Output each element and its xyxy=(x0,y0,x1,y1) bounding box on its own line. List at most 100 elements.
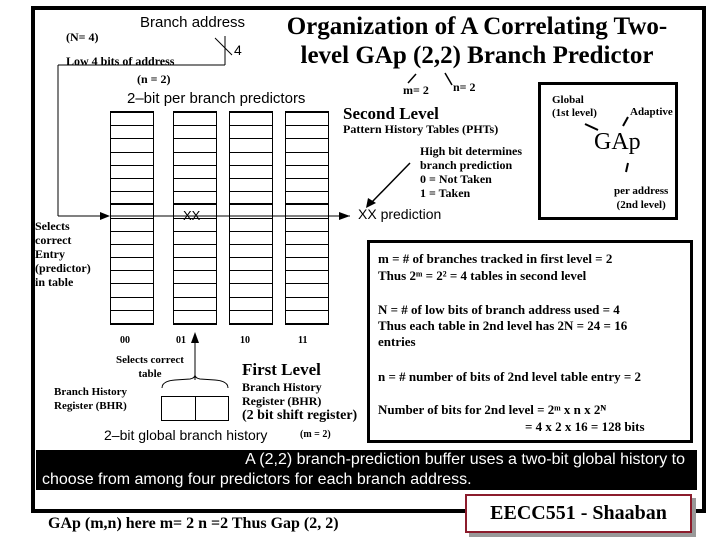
pht-entry xyxy=(111,219,153,232)
pht-entry xyxy=(111,179,153,193)
m-equals-2-bottom-label: (m = 2) xyxy=(300,429,331,440)
pht-entry xyxy=(286,205,328,219)
adaptive-label: Adaptive xyxy=(630,106,673,118)
selects-table-line: Selects correct xyxy=(116,354,184,366)
table-label-00: 00 xyxy=(120,335,130,346)
pht-entry xyxy=(174,271,216,285)
course-badge: EECC551 - Shaaban xyxy=(465,494,692,533)
bhr-left-label: Branch History Register (BHR) xyxy=(54,385,127,413)
pht-entry xyxy=(111,153,153,166)
n-definition: n = # number of bits of 2nd level table … xyxy=(378,369,642,384)
bhr-right-label: Branch History Register (BHR) xyxy=(242,380,322,408)
pht-table xyxy=(229,111,273,326)
pht-table xyxy=(285,111,329,326)
pht-entry xyxy=(111,245,153,259)
table-label-11: 11 xyxy=(298,335,308,346)
global-line: (1st level) xyxy=(552,107,597,119)
pht-entry xyxy=(174,139,216,153)
N-conclusion: Thus each table in 2nd level has 2N = 24… xyxy=(378,318,628,333)
pht-entry xyxy=(286,232,328,245)
m-definition: m = # of branches tracked in first level… xyxy=(378,251,613,266)
global-history-label: 2–bit global branch history xyxy=(104,427,268,443)
pht-entry xyxy=(174,153,216,166)
info-text-n: N = # of low bits of branch address used… xyxy=(378,302,627,350)
pht-entry xyxy=(174,179,216,193)
pht-entry xyxy=(111,205,153,219)
pht-entry xyxy=(174,258,216,272)
pht-entry xyxy=(230,113,272,127)
pht-entry xyxy=(174,284,216,298)
pht-entry xyxy=(174,166,216,179)
pht-entry xyxy=(286,284,328,298)
bhr-left-line: Register (BHR) xyxy=(54,400,127,412)
pht-entry xyxy=(230,232,272,245)
global-line: Global xyxy=(552,94,584,106)
pht-entry xyxy=(230,271,272,285)
pht-entry xyxy=(230,179,272,193)
pht-entry xyxy=(286,271,328,285)
pht-entry xyxy=(286,113,328,127)
gap-footnote: GAp (m,n) here m= 2 n =2 Thus Gap (2, 2) xyxy=(48,515,339,532)
info-text: m = # of branches tracked in first level… xyxy=(378,250,612,284)
pht-entry xyxy=(230,245,272,259)
bhr-bit-0 xyxy=(196,397,229,420)
pht-entry xyxy=(174,126,216,140)
m-conclusion: Thus 2ᵐ = 2² = 4 tables in second level xyxy=(378,268,587,283)
table-label-10: 10 xyxy=(240,335,250,346)
pht-entry xyxy=(174,192,216,206)
selects-table-note: Selects correct table xyxy=(116,353,184,381)
pht-table xyxy=(110,111,154,326)
pht-entry xyxy=(230,219,272,232)
bhr-bit-1 xyxy=(162,397,196,420)
pht-entry xyxy=(174,245,216,259)
pht-entry xyxy=(111,298,153,311)
pht-entry xyxy=(230,153,272,166)
pht-entry xyxy=(230,139,272,153)
pht-entry xyxy=(230,311,272,324)
pht-entry xyxy=(174,298,216,311)
N-definition: N = # of low bits of branch address used… xyxy=(378,302,620,317)
pht-entry xyxy=(230,126,272,140)
global-label: Global (1st level) xyxy=(552,94,597,120)
pht-entry xyxy=(230,205,272,219)
gap-label: GAp xyxy=(594,129,641,155)
pht-entry xyxy=(111,284,153,298)
pht-entry xyxy=(111,271,153,285)
bits-result: = 4 x 2 x 16 = 128 bits xyxy=(525,419,645,434)
pht-entry xyxy=(286,166,328,179)
per-address-line: (2nd level) xyxy=(616,199,666,211)
pht-entry xyxy=(230,258,272,272)
caption-bar: A (2,2) branch-prediction buffer uses a … xyxy=(36,450,697,490)
pht-entry xyxy=(230,166,272,179)
pht-entry xyxy=(111,113,153,127)
bhr-right-line: Register (BHR) xyxy=(242,394,322,408)
bhr-register xyxy=(161,396,229,421)
shift-register-label: (2 bit shift register) xyxy=(242,408,358,423)
pht-entry xyxy=(111,192,153,206)
pht-entry xyxy=(111,126,153,140)
per-address-label: per address (2nd level) xyxy=(614,184,668,212)
pht-entry xyxy=(286,219,328,232)
N-conclusion-cont: entries xyxy=(378,334,416,349)
pht-entry xyxy=(286,245,328,259)
pht-entry xyxy=(111,311,153,324)
pht-entry xyxy=(174,113,216,127)
pht-entry xyxy=(111,258,153,272)
pht-entry xyxy=(174,232,216,245)
table-label-01: 01 xyxy=(176,335,186,346)
pht-entry xyxy=(230,192,272,206)
pht-entry xyxy=(111,139,153,153)
bhr-right-line: Branch History xyxy=(242,380,322,394)
pht-entry xyxy=(286,139,328,153)
first-level-heading: First Level xyxy=(242,360,321,379)
pht-entry xyxy=(286,298,328,311)
caption-line-2: choose from among four predictors for ea… xyxy=(42,471,472,488)
pht-entry xyxy=(230,284,272,298)
bits-definition: Number of bits for 2nd level = 2ᵐ x n x … xyxy=(378,402,607,417)
pht-entry xyxy=(174,311,216,324)
pht-entry xyxy=(286,192,328,206)
pht-entry xyxy=(230,298,272,311)
pht-entry xyxy=(286,153,328,166)
pht-entry xyxy=(286,126,328,140)
caption-line-1: A (2,2) branch-prediction buffer uses a … xyxy=(245,451,685,468)
